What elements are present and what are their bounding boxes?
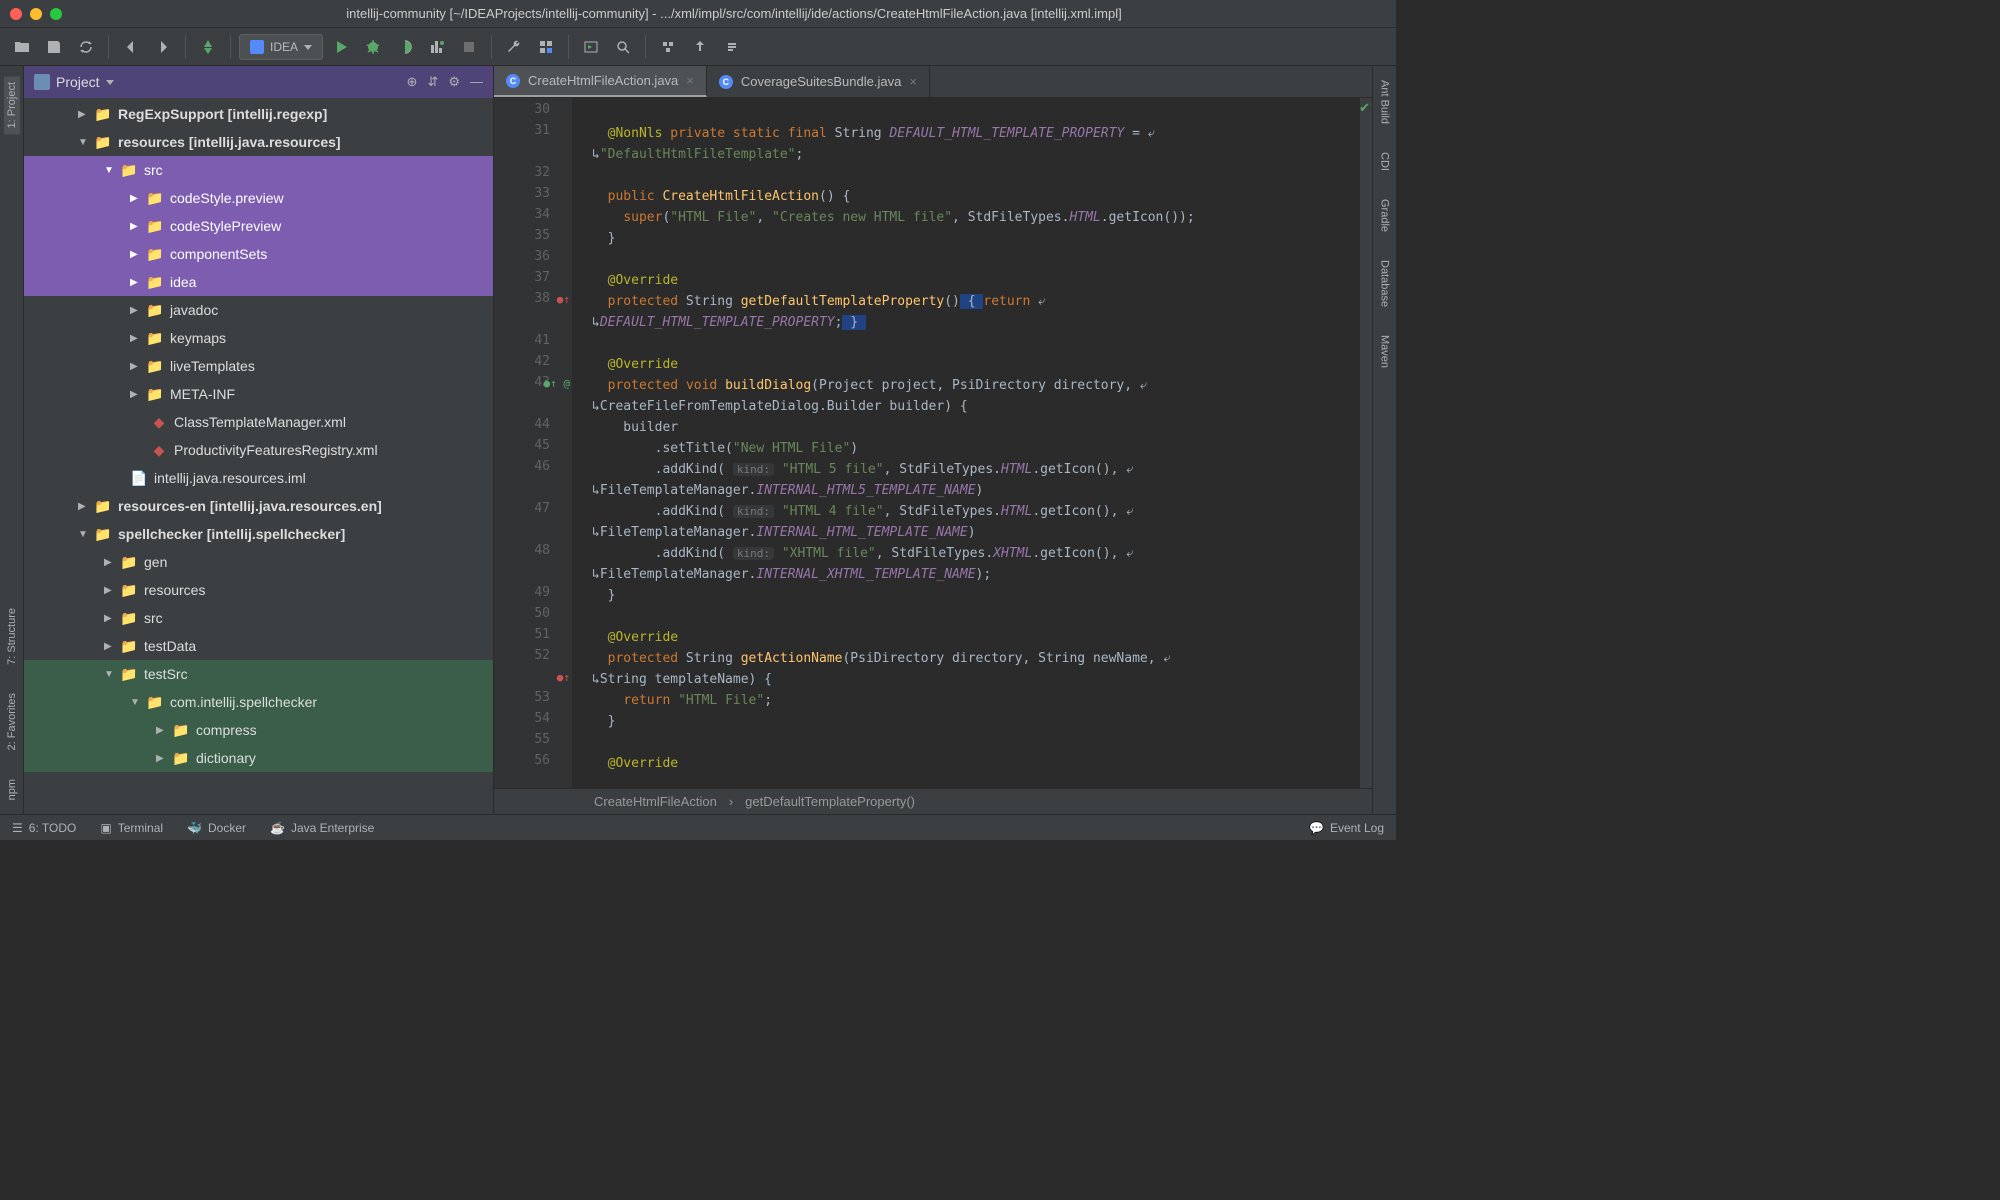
tree-node-spellchecker[interactable]: ▼📁spellchecker [intellij.spellchecker] bbox=[24, 520, 493, 548]
tree-node-gen[interactable]: ▶📁gen bbox=[24, 548, 493, 576]
tree-node-classtemplatemanager[interactable]: ◆ClassTemplateManager.xml bbox=[24, 408, 493, 436]
profile-icon[interactable] bbox=[423, 33, 451, 61]
npm-tool-button[interactable]: npm bbox=[6, 775, 18, 804]
editor-tab-2[interactable]: C CoverageSuitesBundle.java × bbox=[707, 66, 930, 97]
stop-icon[interactable] bbox=[455, 33, 483, 61]
editor-tabs: C CreateHtmlFileAction.java × C Coverage… bbox=[494, 66, 1372, 98]
main-toolbar: IDEA bbox=[0, 28, 1396, 66]
editor-breadcrumb[interactable]: CreateHtmlFileAction › getDefaultTemplat… bbox=[494, 788, 1372, 814]
editor-body[interactable]: 303132333435363738●↑414243●↑ @4445464748… bbox=[494, 98, 1372, 788]
sync-icon[interactable] bbox=[72, 33, 100, 61]
java-class-icon: C bbox=[506, 74, 520, 88]
left-tool-gutter: 1: Project 7: Structure 2: Favorites npm bbox=[0, 66, 24, 814]
run-configuration-selector[interactable]: IDEA bbox=[239, 34, 323, 60]
breadcrumb-class[interactable]: CreateHtmlFileAction bbox=[594, 794, 717, 809]
close-tab-icon[interactable]: × bbox=[686, 73, 694, 88]
search-icon[interactable] bbox=[609, 33, 637, 61]
tree-node-src[interactable]: ▼📁src bbox=[24, 156, 493, 184]
status-bar: ☰6: TODO ▣Terminal 🐳Docker ☕Java Enterpr… bbox=[0, 814, 1396, 840]
run-anything-icon[interactable] bbox=[577, 33, 605, 61]
docker-tool-button[interactable]: 🐳Docker bbox=[187, 821, 246, 835]
tree-node-resources[interactable]: ▼📁resources [intellij.java.resources] bbox=[24, 128, 493, 156]
tree-node-componentsets[interactable]: ▶📁componentSets bbox=[24, 240, 493, 268]
project-panel: Project ⊕ ⇵ ⚙ — ▶📁RegExpSupport [intelli… bbox=[24, 66, 494, 814]
tree-node-regexp[interactable]: ▶📁RegExpSupport [intellij.regexp] bbox=[24, 100, 493, 128]
debug-icon[interactable] bbox=[359, 33, 387, 61]
tree-node-productivity[interactable]: ◆ProductivityFeaturesRegistry.xml bbox=[24, 436, 493, 464]
java-class-icon: C bbox=[719, 75, 733, 89]
tree-node-resources2[interactable]: ▶📁resources bbox=[24, 576, 493, 604]
tree-node-metainf[interactable]: ▶📁META-INF bbox=[24, 380, 493, 408]
title-bar: intellij-community [~/IDEAProjects/intel… bbox=[0, 0, 1396, 28]
line-number-gutter: 303132333435363738●↑414243●↑ @4445464748… bbox=[494, 98, 572, 788]
right-tool-gutter: Ant Build CDI Gradle Database Maven bbox=[1372, 66, 1396, 814]
tab-label: CreateHtmlFileAction.java bbox=[528, 73, 678, 88]
ant-tool-button[interactable]: Ant Build bbox=[1379, 76, 1391, 128]
gear-icon[interactable]: ⚙ bbox=[448, 74, 460, 90]
tree-node-keymaps[interactable]: ▶📁keymaps bbox=[24, 324, 493, 352]
window-title: intellij-community [~/IDEAProjects/intel… bbox=[82, 6, 1386, 21]
tree-node-pkg[interactable]: ▼📁com.intellij.spellchecker bbox=[24, 688, 493, 716]
close-tab-icon[interactable]: × bbox=[909, 74, 917, 89]
maximize-window-button[interactable] bbox=[50, 8, 62, 20]
code-content[interactable]: @NonNls private static final String DEFA… bbox=[572, 98, 1372, 788]
back-icon[interactable] bbox=[117, 33, 145, 61]
collapse-all-icon[interactable]: ⇵ bbox=[427, 74, 438, 90]
tree-node-src2[interactable]: ▶📁src bbox=[24, 604, 493, 632]
tree-node-testsrc[interactable]: ▼📁testSrc bbox=[24, 660, 493, 688]
vcs-commit-icon[interactable] bbox=[718, 33, 746, 61]
breadcrumb-method[interactable]: getDefaultTemplateProperty() bbox=[745, 794, 915, 809]
editor-area: C CreateHtmlFileAction.java × C Coverage… bbox=[494, 66, 1372, 814]
tab-label: CoverageSuitesBundle.java bbox=[741, 74, 901, 89]
project-tree[interactable]: ▶📁RegExpSupport [intellij.regexp] ▼📁reso… bbox=[24, 98, 493, 814]
project-panel-title: Project bbox=[56, 74, 100, 90]
run-icon[interactable] bbox=[327, 33, 355, 61]
tree-node-compress[interactable]: ▶📁compress bbox=[24, 716, 493, 744]
event-log-button[interactable]: 💬Event Log bbox=[1309, 821, 1384, 835]
vcs-icon[interactable] bbox=[654, 33, 682, 61]
tree-node-livetemplates[interactable]: ▶📁liveTemplates bbox=[24, 352, 493, 380]
favorites-tool-button[interactable]: 2: Favorites bbox=[6, 689, 18, 754]
tree-node-resources-en[interactable]: ▶📁resources-en [intellij.java.resources.… bbox=[24, 492, 493, 520]
vcs-update-icon[interactable] bbox=[686, 33, 714, 61]
tree-node-dictionary[interactable]: ▶📁dictionary bbox=[24, 744, 493, 772]
breadcrumb-separator: › bbox=[729, 794, 733, 809]
editor-tab-1[interactable]: C CreateHtmlFileAction.java × bbox=[494, 66, 707, 97]
wrench-icon[interactable] bbox=[500, 33, 528, 61]
main-area: 1: Project 7: Structure 2: Favorites npm… bbox=[0, 66, 1396, 814]
coverage-icon[interactable] bbox=[391, 33, 419, 61]
minimize-window-button[interactable] bbox=[30, 8, 42, 20]
check-ok-icon: ✔ bbox=[1359, 100, 1370, 116]
maven-tool-button[interactable]: Maven bbox=[1379, 331, 1391, 372]
project-tool-button[interactable]: 1: Project bbox=[4, 76, 20, 134]
chevron-down-icon[interactable] bbox=[106, 78, 114, 86]
build-icon[interactable] bbox=[194, 33, 222, 61]
project-structure-icon[interactable] bbox=[532, 33, 560, 61]
open-file-icon[interactable] bbox=[8, 33, 36, 61]
todo-tool-button[interactable]: ☰6: TODO bbox=[12, 821, 76, 835]
save-icon[interactable] bbox=[40, 33, 68, 61]
gradle-tool-button[interactable]: Gradle bbox=[1379, 195, 1391, 236]
tree-node-codestylepreview[interactable]: ▶📁codeStylePreview bbox=[24, 212, 493, 240]
locate-icon[interactable]: ⊕ bbox=[407, 74, 418, 90]
tree-node-javadoc[interactable]: ▶📁javadoc bbox=[24, 296, 493, 324]
tree-node-iml[interactable]: 📄intellij.java.resources.iml bbox=[24, 464, 493, 492]
tree-node-codestyle-preview[interactable]: ▶📁codeStyle.preview bbox=[24, 184, 493, 212]
close-window-button[interactable] bbox=[10, 8, 22, 20]
tree-node-testdata[interactable]: ▶📁testData bbox=[24, 632, 493, 660]
traffic-lights bbox=[10, 8, 62, 20]
editor-scrollbar[interactable]: ✔ bbox=[1360, 98, 1372, 788]
forward-icon[interactable] bbox=[149, 33, 177, 61]
java-ee-tool-button[interactable]: ☕Java Enterprise bbox=[270, 821, 374, 835]
project-panel-header: Project ⊕ ⇵ ⚙ — bbox=[24, 66, 493, 98]
tree-node-idea[interactable]: ▶📁idea bbox=[24, 268, 493, 296]
database-tool-button[interactable]: Database bbox=[1379, 256, 1391, 311]
project-icon bbox=[34, 74, 50, 90]
terminal-tool-button[interactable]: ▣Terminal bbox=[100, 821, 163, 835]
structure-tool-button[interactable]: 7: Structure bbox=[6, 604, 18, 669]
hide-panel-icon[interactable]: — bbox=[470, 74, 483, 90]
cdi-tool-button[interactable]: CDI bbox=[1379, 148, 1391, 175]
run-config-label: IDEA bbox=[270, 40, 298, 54]
